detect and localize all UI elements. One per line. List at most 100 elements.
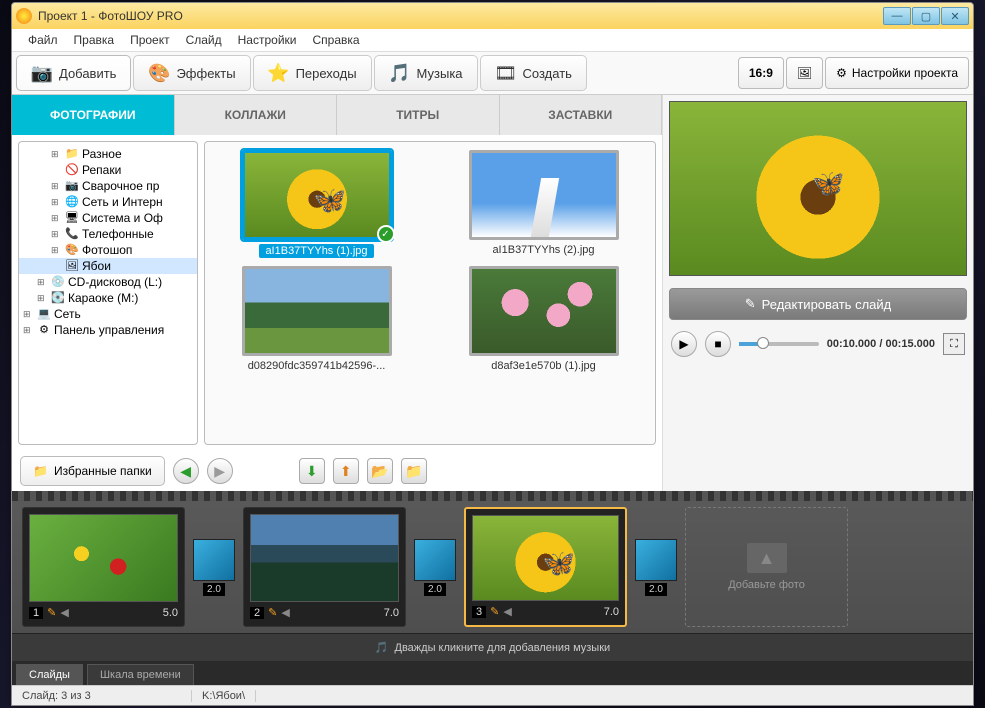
thumb-caption: aI1B37TYYhs (2).jpg: [492, 244, 594, 256]
view-tab-timeline[interactable]: Шкала времени: [87, 664, 194, 685]
menu-help[interactable]: Справка: [306, 31, 365, 49]
edit-icon[interactable]: ✎: [47, 606, 56, 619]
tree-label: Ябои: [82, 259, 111, 273]
expand-icon[interactable]: ⊞: [37, 277, 48, 288]
menu-slide[interactable]: Слайд: [180, 31, 228, 49]
tab-music[interactable]: 🎵Музыка: [374, 55, 478, 91]
nav-back-button[interactable]: ◀: [173, 458, 199, 484]
tree-item[interactable]: ⊞📷Сварочное пр: [19, 178, 197, 194]
window-title: Проект 1 - ФотоШОУ PRO: [38, 9, 883, 23]
star-icon: ⭐: [268, 62, 290, 84]
tab-effects[interactable]: 🎨Эффекты: [133, 55, 250, 91]
maximize-button[interactable]: ▢: [912, 7, 940, 25]
stop-button[interactable]: ■: [705, 331, 731, 357]
file-thumb[interactable]: aI1B37TYYhs (2).jpg: [440, 150, 647, 258]
subtab-titles[interactable]: ТИТРЫ: [337, 95, 500, 135]
folder-star-icon: 📁: [33, 464, 48, 478]
expand-icon[interactable]: ⊞: [51, 245, 62, 256]
favorites-button[interactable]: 📁Избранные папки: [20, 456, 165, 486]
subtab-collages[interactable]: КОЛЛАЖИ: [175, 95, 338, 135]
slide-image: [29, 514, 178, 602]
transition-duration: 2.0: [203, 583, 225, 596]
folder-icon: 📞: [65, 227, 79, 241]
expand-icon[interactable]: ⊞: [51, 229, 62, 240]
tree-label: CD-дисковод (L:): [68, 275, 162, 289]
edit-icon[interactable]: ✎: [268, 606, 277, 619]
slides-row[interactable]: 1✎◀5.02.02✎◀7.02.03✎◀7.02.0▲Добавьте фот…: [12, 501, 973, 633]
gear-icon: ⚙: [836, 66, 847, 80]
expand-icon[interactable]: ⊞: [51, 149, 62, 160]
thumb-image: [242, 266, 392, 356]
timeline-slide[interactable]: 1✎◀5.0: [22, 507, 185, 627]
minimize-button[interactable]: —: [883, 7, 911, 25]
sound-icon[interactable]: ◀: [60, 606, 68, 619]
expand-icon[interactable]: ⊞: [51, 181, 62, 192]
folder-tree[interactable]: ⊞📁Разное🚫Репаки⊞📷Сварочное пр⊞🌐Сеть и Ин…: [18, 141, 198, 445]
menu-project[interactable]: Проект: [124, 31, 176, 49]
tab-create[interactable]: 🎞Создать: [480, 55, 587, 91]
subtab-intros[interactable]: ЗАСТАВКИ: [500, 95, 663, 135]
add-folder-button[interactable]: 📁: [401, 458, 427, 484]
slide-number: 2: [250, 607, 264, 619]
subtab-photos[interactable]: ФОТОГРАФИИ: [12, 95, 175, 135]
tree-item[interactable]: ⊞💻Сеть: [19, 306, 197, 322]
expand-icon[interactable]: ⊞: [23, 325, 34, 336]
file-thumb[interactable]: d8af3e1e570b (1).jpg: [440, 266, 647, 372]
tab-transitions[interactable]: ⭐Переходы: [253, 55, 372, 91]
sound-icon[interactable]: ◀: [503, 605, 511, 618]
fullscreen-button[interactable]: ⛶: [943, 333, 965, 355]
expand-icon[interactable]: ⊞: [51, 213, 62, 224]
edit-icon[interactable]: ✎: [490, 605, 499, 618]
file-thumb[interactable]: d08290fdc359741b42596-...: [213, 266, 420, 372]
expand-icon[interactable]: ⊞: [51, 197, 62, 208]
music-track[interactable]: 🎵Дважды кликните для добавления музыки: [12, 633, 973, 661]
preview-slider[interactable]: [739, 342, 819, 346]
edit-slide-button[interactable]: ✎Редактировать слайд: [669, 288, 967, 320]
menu-file[interactable]: Файл: [22, 31, 64, 49]
timeline-slide[interactable]: 2✎◀7.0: [243, 507, 406, 627]
timeline-slide[interactable]: 3✎◀7.0: [464, 507, 627, 627]
film-strip: [12, 491, 973, 501]
tree-item[interactable]: ⊞⚙Панель управления: [19, 322, 197, 338]
thumbnail-pane[interactable]: ✓aI1B37TYYhs (1).jpg aI1B37TYYhs (2).jpg d…: [204, 141, 656, 445]
sound-icon[interactable]: ◀: [281, 606, 289, 619]
tree-item[interactable]: 🖼Ябои: [19, 258, 197, 274]
project-settings-button[interactable]: ⚙Настройки проекта: [825, 57, 969, 89]
tree-item[interactable]: ⊞🖥Система и Оф: [19, 210, 197, 226]
upload-button[interactable]: ⬆: [333, 458, 359, 484]
file-thumb[interactable]: ✓aI1B37TYYhs (1).jpg: [213, 150, 420, 258]
reel-icon: 🎞: [495, 62, 517, 84]
app-icon: [16, 8, 32, 24]
play-button[interactable]: ▶: [671, 331, 697, 357]
tree-item[interactable]: ⊞💿CD-дисковод (L:): [19, 274, 197, 290]
tree-label: Панель управления: [54, 323, 164, 337]
tree-label: Телефонные: [82, 227, 154, 241]
tree-item[interactable]: ⊞💽Караоке (M:): [19, 290, 197, 306]
tree-item[interactable]: ⊞🌐Сеть и Интерн: [19, 194, 197, 210]
add-slide-label: Добавьте фото: [728, 579, 805, 591]
tree-item[interactable]: ⊞🎨Фотошоп: [19, 242, 197, 258]
thumb-image: [469, 150, 619, 240]
aspect-button[interactable]: 16:9: [738, 57, 784, 89]
add-slide-placeholder[interactable]: ▲Добавьте фото: [685, 507, 848, 627]
expand-icon[interactable]: ⊞: [23, 309, 34, 320]
download-button[interactable]: ⬇: [299, 458, 325, 484]
palette-icon: 🎨: [148, 62, 170, 84]
theme-button[interactable]: 🖼: [786, 57, 823, 89]
nav-forward-button[interactable]: ▶: [207, 458, 233, 484]
menu-edit[interactable]: Правка: [68, 31, 121, 49]
view-tab-slides[interactable]: Слайды: [16, 664, 83, 685]
transition-thumb[interactable]: 2.0: [193, 539, 235, 596]
tab-add[interactable]: 📷Добавить: [16, 55, 131, 91]
open-folder-button[interactable]: 📂: [367, 458, 393, 484]
close-button[interactable]: ✕: [941, 7, 969, 25]
menu-settings[interactable]: Настройки: [232, 31, 303, 49]
transition-thumb[interactable]: 2.0: [635, 539, 677, 596]
expand-icon[interactable]: ⊞: [37, 293, 48, 304]
tree-item[interactable]: ⊞📁Разное: [19, 146, 197, 162]
music-icon: 🎵: [389, 62, 411, 84]
transition-thumb[interactable]: 2.0: [414, 539, 456, 596]
folder-icon: ⚙: [37, 323, 51, 337]
tree-item[interactable]: 🚫Репаки: [19, 162, 197, 178]
tree-item[interactable]: ⊞📞Телефонные: [19, 226, 197, 242]
